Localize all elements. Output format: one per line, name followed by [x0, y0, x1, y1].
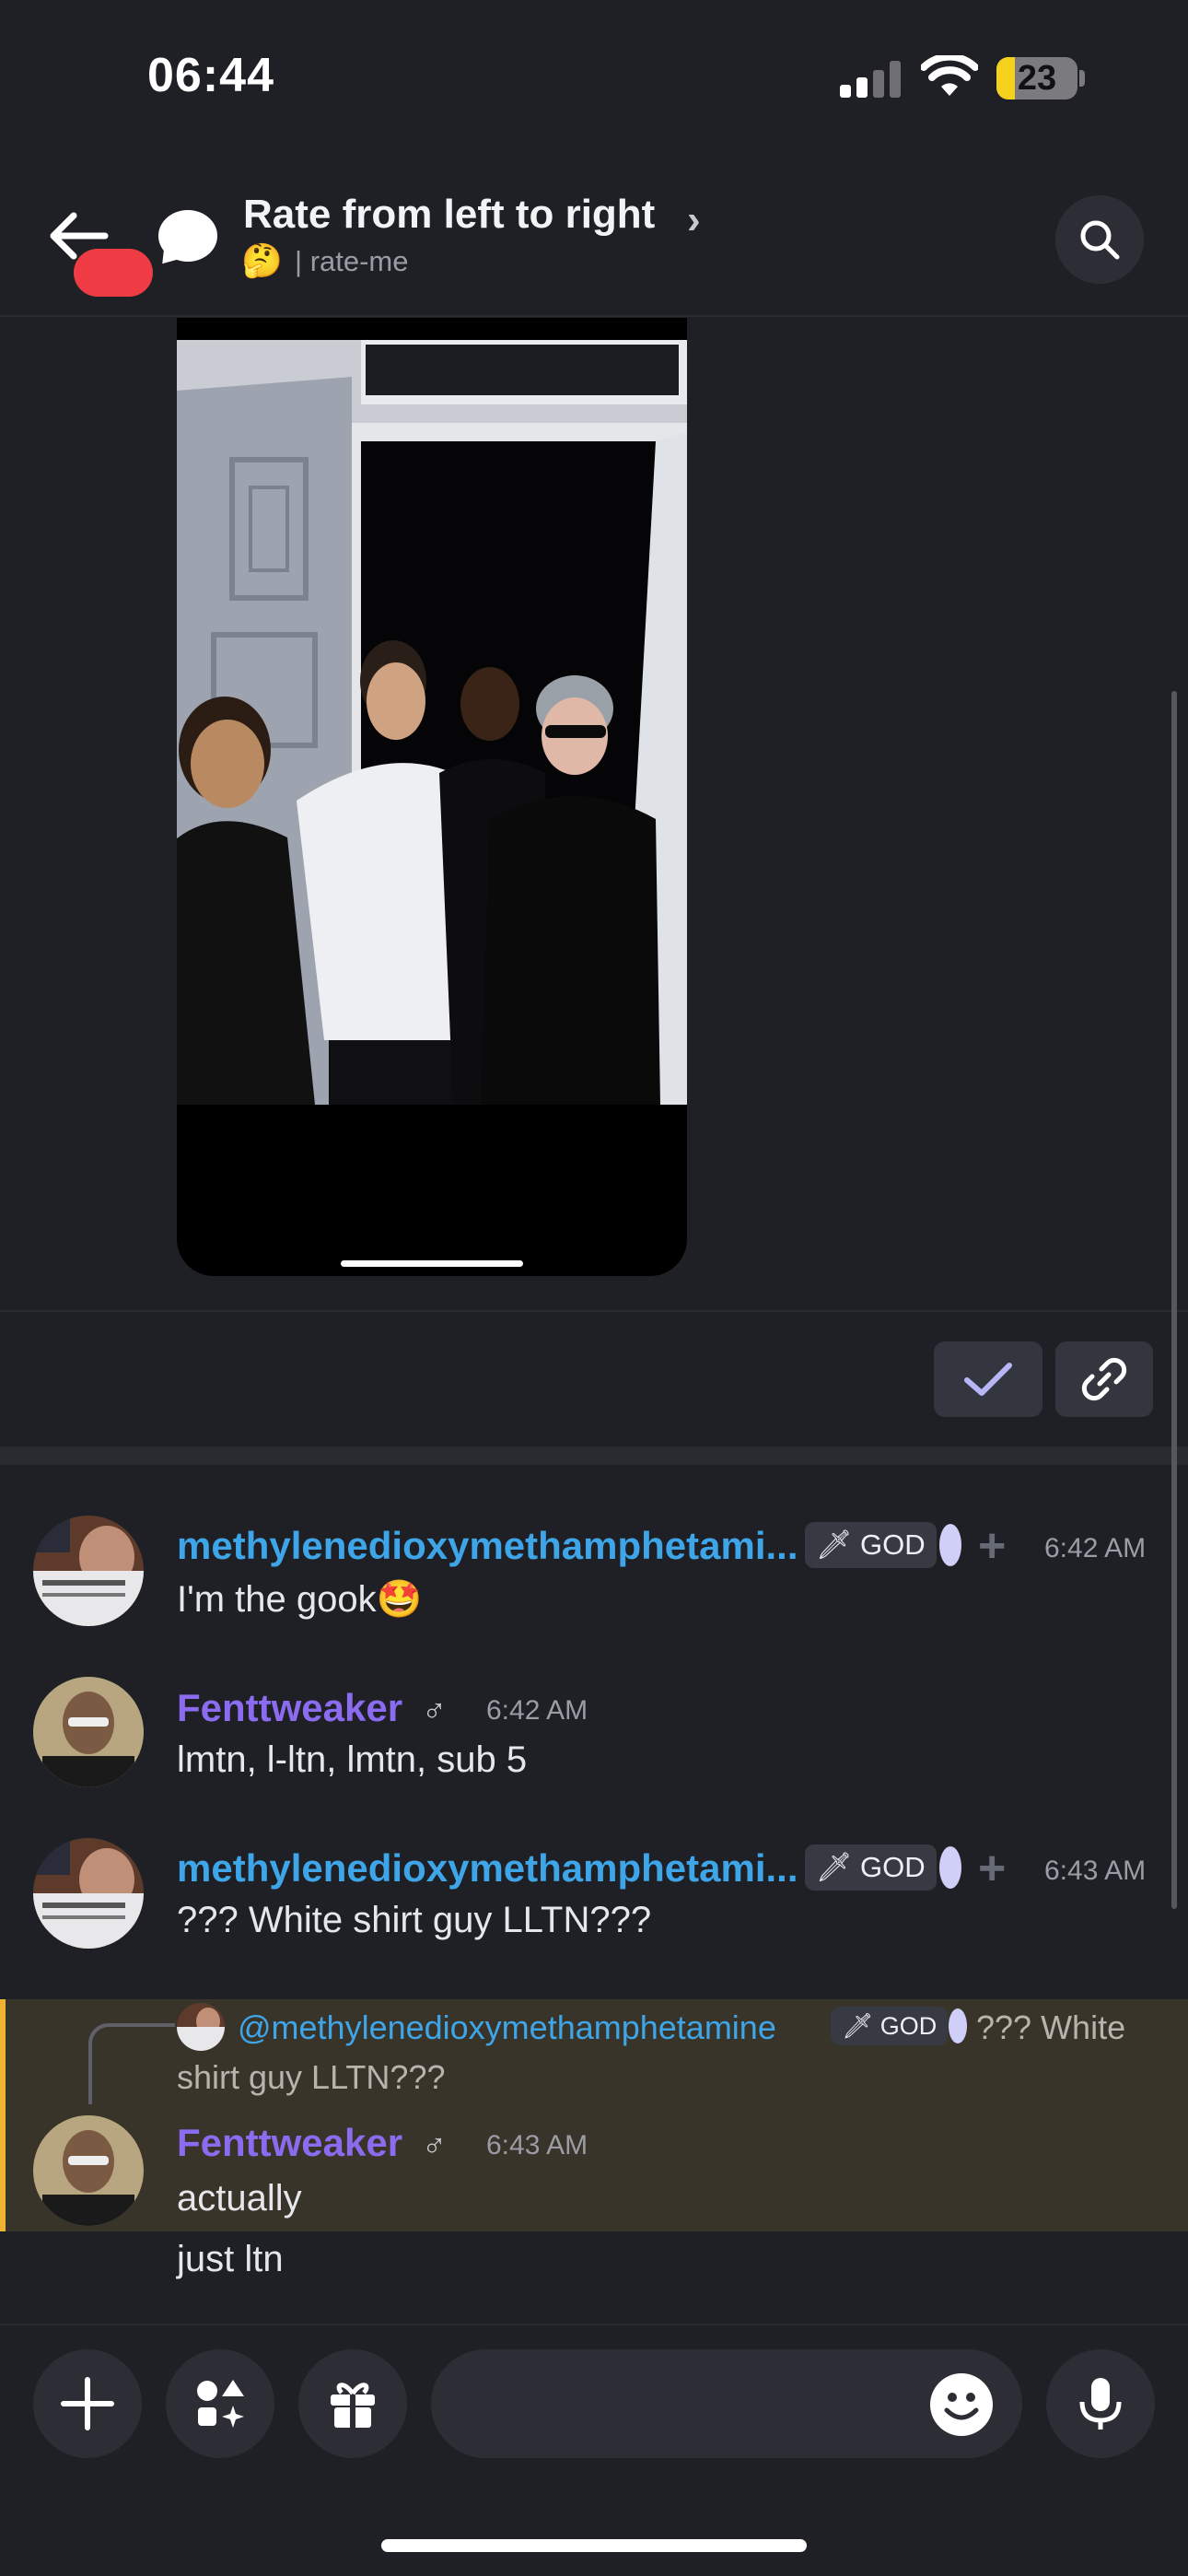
home-indicator: [381, 2539, 807, 2552]
search-icon: [1080, 220, 1120, 260]
message-timestamp: 6:43 AM: [486, 2130, 588, 2160]
male-symbol-icon: ♂: [422, 1692, 447, 1729]
message-username[interactable]: methylenedioxymethamphetami...: [177, 1846, 798, 1891]
smiley-icon: [944, 2393, 979, 2420]
avatar[interactable]: [33, 1838, 144, 1949]
role-tag-label: GOD: [879, 2012, 938, 2040]
role-tag: 🗡 GOD: [805, 1844, 937, 1891]
channel-emoji: 🤔: [241, 241, 283, 279]
image-attachment[interactable]: [177, 318, 687, 1276]
status-time: 06:44: [147, 49, 274, 102]
message-text: actually: [177, 2178, 302, 2219]
attachment-divider: [0, 1310, 1188, 1312]
message-timestamp: 6:42 AM: [486, 1695, 588, 1726]
message-timestamp: 6:42 AM: [1044, 1533, 1147, 1563]
scrollbar[interactable]: [1171, 691, 1177, 1909]
copy-link-button[interactable]: [1055, 1341, 1153, 1417]
reply-quote-continued: shirt guy LLTN???: [177, 2058, 446, 2096]
voice-message-button[interactable]: [1046, 2349, 1155, 2458]
header-divider: [0, 315, 1188, 317]
male-symbol-icon: ♂: [422, 2126, 447, 2164]
avatar[interactable]: [33, 1677, 144, 1787]
role-badge-icon: [949, 2008, 967, 2043]
reply-mention[interactable]: @methylenedioxymethamphetamine: [238, 2008, 776, 2047]
gift-icon: [331, 2383, 375, 2428]
chevron-right-icon[interactable]: ›: [687, 197, 701, 243]
role-tag-label: GOD: [859, 1528, 926, 1561]
link-icon: [1081, 1357, 1127, 1401]
avatar-image: [33, 1677, 144, 1787]
role-badge-icon: [939, 1524, 961, 1566]
emoji-button[interactable]: [930, 2373, 993, 2436]
unread-badge-redacted: [74, 249, 153, 297]
avatar-image: [33, 2115, 144, 2226]
chat-bubble-icon: [158, 210, 217, 262]
message-text: lmtn, l-ltn, lmtn, sub 5: [177, 1739, 528, 1780]
channel-separator: |: [295, 245, 303, 277]
channel-title[interactable]: Rate from left to right: [243, 192, 655, 238]
avatar-image: [33, 1838, 144, 1949]
apps-button[interactable]: [166, 2349, 274, 2458]
battery-nub: [1079, 70, 1085, 87]
channel-name: rate-me: [309, 245, 409, 277]
message-username[interactable]: Fenttweaker: [177, 2121, 402, 2165]
gift-button[interactable]: [298, 2349, 407, 2458]
reply-avatar-image: [177, 2003, 225, 2051]
reply-quote: ??? White: [976, 2008, 1126, 2046]
reply-avatar: [177, 2003, 225, 2051]
message-text: ??? White shirt guy LLTN???: [177, 1900, 652, 1940]
avatar[interactable]: [33, 2115, 144, 2226]
message-username[interactable]: Fenttweaker: [177, 1686, 402, 1730]
channel-subtitle: | rate-me: [295, 245, 409, 278]
microphone-icon: [1079, 2378, 1122, 2430]
attachment-home-indicator: [341, 1260, 523, 1267]
check-icon: [964, 1363, 1012, 1396]
avatar[interactable]: [33, 1516, 144, 1626]
message-timestamp: 6:43 AM: [1044, 1856, 1147, 1886]
cellular-signal-icon: [840, 61, 901, 98]
attachment-photo: [177, 340, 687, 1105]
add-attachment-button[interactable]: [33, 2349, 142, 2458]
avatar-image: [33, 1516, 144, 1626]
role-tag: 🗡 GOD: [805, 1522, 937, 1568]
checkmark-button[interactable]: [934, 1341, 1042, 1417]
apps-icon: [197, 2380, 244, 2428]
message-text: I'm the gook🤩: [177, 1579, 423, 1620]
message-text: just ltn: [177, 2239, 284, 2279]
battery-icon: 23: [996, 57, 1077, 100]
search-button[interactable]: [1055, 195, 1144, 284]
section-band: [0, 1446, 1188, 1465]
plus-icon: [61, 2377, 114, 2430]
role-tag: 🗡 GOD: [831, 2007, 949, 2045]
message-username[interactable]: methylenedioxymethamphetami...: [177, 1524, 798, 1568]
role-tag-label: GOD: [859, 1851, 926, 1883]
plus-icon: +: [978, 1842, 1007, 1895]
composer-divider: [0, 2324, 1188, 2325]
role-badge-icon: [939, 1846, 961, 1889]
reply-connector: [88, 2023, 175, 2104]
plus-icon: +: [978, 1519, 1007, 1573]
battery-level: 23: [1017, 59, 1057, 98]
mention-bar: [0, 1999, 6, 2231]
wifi-icon: [921, 55, 978, 96]
